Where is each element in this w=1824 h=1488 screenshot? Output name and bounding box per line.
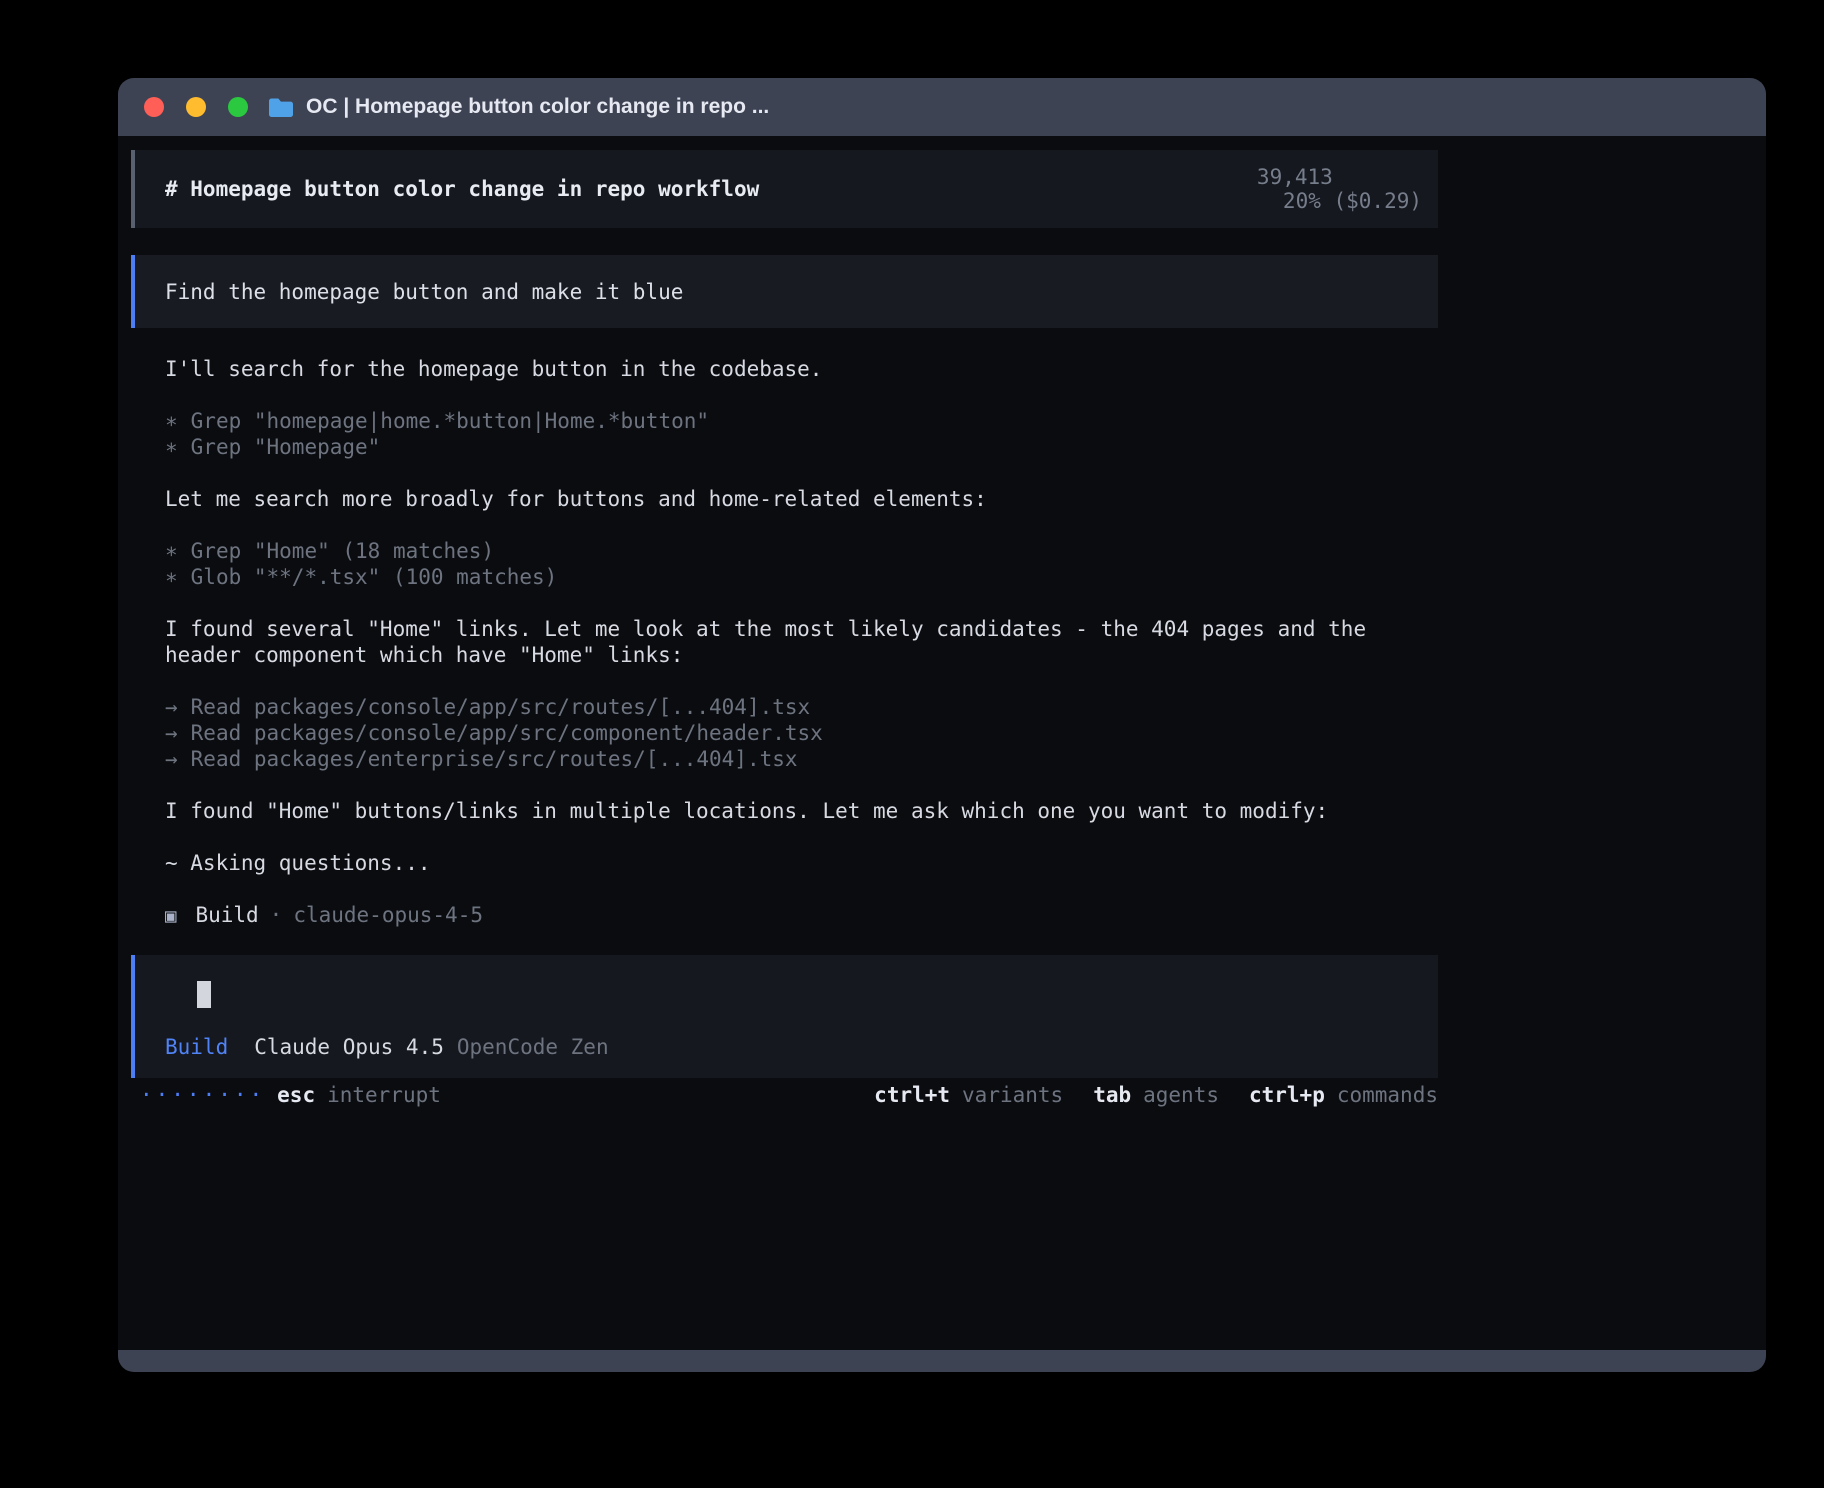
- session-title: # Homepage button color change in repo w…: [165, 177, 759, 201]
- traffic-lights: [144, 97, 248, 117]
- hint-agents: tab agents: [1093, 1082, 1219, 1108]
- hint-label: commands: [1337, 1083, 1438, 1107]
- window-title: OC | Homepage button color change in rep…: [306, 95, 769, 119]
- titlebar: OC | Homepage button color change in rep…: [118, 78, 1766, 136]
- tool-call-text: Grep "Homepage": [191, 435, 381, 459]
- hint-label: variants: [962, 1083, 1063, 1107]
- hint-commands: ctrl+p commands: [1249, 1082, 1438, 1108]
- statusbar-right: ctrl+t variants tab agents ctrl+p commands: [874, 1082, 1438, 1108]
- read-file-text: Read packages/enterprise/src/routes/[...…: [191, 747, 798, 771]
- asking-questions-status: ~ Asking questions...: [165, 850, 1438, 876]
- hint-key: tab: [1093, 1083, 1131, 1107]
- tool-asterisk-icon: ∗: [165, 435, 178, 459]
- tool-call-line: ∗ Grep "Homepage": [165, 434, 1438, 460]
- input-provider-label: OpenCode Zen: [457, 1035, 609, 1059]
- tool-asterisk-icon: ∗: [165, 409, 178, 433]
- spinner-dots-icon: ········: [140, 1082, 265, 1108]
- tool-asterisk-icon: ∗: [165, 539, 178, 563]
- folder-icon: [268, 97, 294, 117]
- agent-name: Build: [195, 903, 258, 927]
- tool-call-text: Glob "**/*.tsx" (100 matches): [191, 565, 558, 589]
- zoom-button[interactable]: [228, 97, 248, 117]
- tool-call-text: Grep "Home" (18 matches): [191, 539, 494, 563]
- assistant-text-2: Let me search more broadly for buttons a…: [165, 486, 1438, 512]
- statusbar-left: ········ esc interrupt: [140, 1082, 441, 1108]
- terminal-content: # Homepage button color change in repo w…: [118, 136, 1766, 1350]
- agent-mode-icon: ▣: [165, 905, 176, 927]
- text-cursor: [197, 981, 211, 1008]
- arrow-right-icon: →: [165, 747, 178, 771]
- agent-model: claude-opus-4-5: [293, 903, 483, 927]
- minimize-button[interactable]: [186, 97, 206, 117]
- assistant-text-4: I found "Home" buttons/links in multiple…: [165, 798, 1438, 824]
- context-usage: 20% ($0.29): [1283, 189, 1422, 213]
- hint-label: agents: [1143, 1083, 1219, 1107]
- token-count: 39,413: [1257, 165, 1333, 189]
- tool-asterisk-icon: ∗: [165, 565, 178, 589]
- assistant-text-3: I found several "Home" links. Let me loo…: [165, 616, 1438, 668]
- assistant-text-1: I'll search for the homepage button in t…: [165, 356, 1438, 382]
- tool-call-line: ∗ Grep "homepage|home.*button|Home.*butto…: [165, 408, 1438, 434]
- tool-call-line: ∗ Grep "Home" (18 matches): [165, 538, 1438, 564]
- session-stats: 39,413 20% ($0.29): [1130, 141, 1422, 237]
- close-button[interactable]: [144, 97, 164, 117]
- read-file-line: → Read packages/console/app/src/routes/[.…: [165, 694, 1438, 720]
- read-file-line: → Read packages/console/app/src/component…: [165, 720, 1438, 746]
- read-file-text: Read packages/console/app/src/component/…: [191, 721, 823, 745]
- conversation: I'll search for the homepage button in t…: [131, 328, 1438, 929]
- hint-key: ctrl+t: [874, 1083, 950, 1107]
- session-header: # Homepage button color change in repo w…: [131, 150, 1438, 228]
- tool-call-line: ∗ Glob "**/*.tsx" (100 matches): [165, 564, 1438, 590]
- hint-label: interrupt: [327, 1083, 441, 1107]
- hint-interrupt: esc interrupt: [277, 1082, 441, 1108]
- agent-separator: ·: [270, 903, 283, 927]
- input-mode-label: Build: [165, 1035, 228, 1059]
- tool-call-group-3: → Read packages/console/app/src/routes/[.…: [165, 694, 1438, 772]
- input-meta: Build Claude Opus 4.5 OpenCode Zen: [165, 1034, 1410, 1060]
- prompt-input[interactable]: Build Claude Opus 4.5 OpenCode Zen: [131, 955, 1438, 1078]
- hint-key: esc: [277, 1083, 315, 1107]
- hint-variants: ctrl+t variants: [874, 1082, 1063, 1108]
- tool-call-text: Grep "homepage|home.*button|Home.*button…: [191, 409, 709, 433]
- terminal-window: OC | Homepage button color change in rep…: [118, 78, 1766, 1372]
- arrow-right-icon: →: [165, 721, 178, 745]
- tool-call-group-1: ∗ Grep "homepage|home.*button|Home.*butto…: [165, 408, 1438, 460]
- agent-status-line: ▣ Build · claude-opus-4-5: [165, 902, 1438, 929]
- hint-key: ctrl+p: [1249, 1083, 1325, 1107]
- user-message: Find the homepage button and make it blu…: [131, 255, 1438, 328]
- content-column: # Homepage button color change in repo w…: [131, 150, 1438, 1108]
- tool-call-group-2: ∗ Grep "Home" (18 matches) ∗ Glob "**/*.ts…: [165, 538, 1438, 590]
- read-file-text: Read packages/console/app/src/routes/[..…: [191, 695, 811, 719]
- input-model-label: Claude Opus 4.5: [254, 1035, 444, 1059]
- statusbar: ········ esc interrupt ctrl+t variants tab…: [131, 1082, 1438, 1108]
- read-file-line: → Read packages/enterprise/src/routes/[..…: [165, 746, 1438, 772]
- user-message-text: Find the homepage button and make it blu…: [165, 280, 683, 304]
- arrow-right-icon: →: [165, 695, 178, 719]
